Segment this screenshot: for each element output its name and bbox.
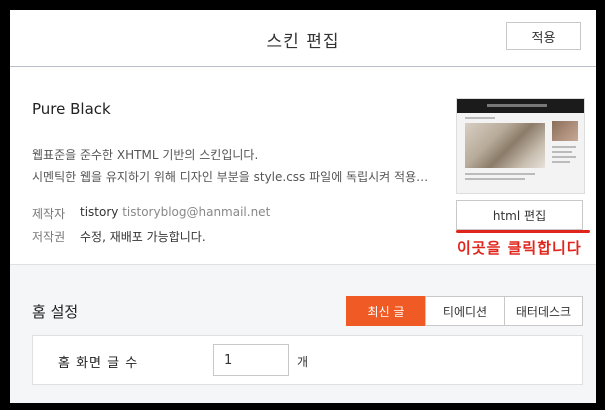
license-label: 저작권 xyxy=(32,230,66,244)
post-count-input[interactable] xyxy=(213,344,289,376)
preview-side-image xyxy=(552,121,578,141)
home-settings-title: 홈 설정 xyxy=(32,303,79,321)
license-value: 수정, 재배포 가능합니다. xyxy=(80,230,206,244)
skin-description-line1: 웹표준을 준수한 XHTML 기반의 스킨입니다. xyxy=(32,148,259,162)
skin-name: Pure Black xyxy=(32,100,111,118)
annotation-underline xyxy=(456,230,590,233)
skin-editor-panel: 스킨 편집 적용 Pure Black 웹표준을 준수한 XHTML 기반의 스… xyxy=(10,10,596,403)
html-edit-button[interactable]: html 편집 xyxy=(456,200,583,230)
author-value: tistory tistoryblog@hanmail.net xyxy=(80,205,270,219)
tab-t-edition[interactable]: 티에디션 xyxy=(425,296,505,326)
skin-info-section: Pure Black 웹표준을 준수한 XHTML 기반의 스킨입니다. 시멘틱… xyxy=(10,67,596,265)
skin-preview-thumbnail xyxy=(456,98,585,194)
skin-description-line2: 시멘틱한 웹을 유지하기 위해 디자인 부분을 style.css 파일에 독립… xyxy=(32,170,429,184)
tab-latest-posts[interactable]: 최신 글 xyxy=(346,296,426,326)
preview-header-bar xyxy=(457,99,584,113)
home-settings-section: 홈 설정 최신 글 티에디션 태터데스크 홈 화면 글 수 개 xyxy=(10,265,596,403)
apply-button[interactable]: 적용 xyxy=(506,22,581,50)
post-count-label: 홈 화면 글 수 xyxy=(58,356,139,371)
post-count-setting: 홈 화면 글 수 개 xyxy=(32,335,583,385)
annotation-text: 이곳을 클릭합니다 xyxy=(457,239,582,257)
post-count-unit: 개 xyxy=(297,355,309,369)
author-label: 제작자 xyxy=(32,207,66,221)
author-email: tistoryblog@hanmail.net xyxy=(122,205,271,219)
header: 스킨 편집 적용 xyxy=(10,10,596,67)
author-name: tistory xyxy=(80,205,119,219)
tab-tatter-desk[interactable]: 태터데스크 xyxy=(504,296,583,326)
preview-cat-image xyxy=(465,123,545,168)
